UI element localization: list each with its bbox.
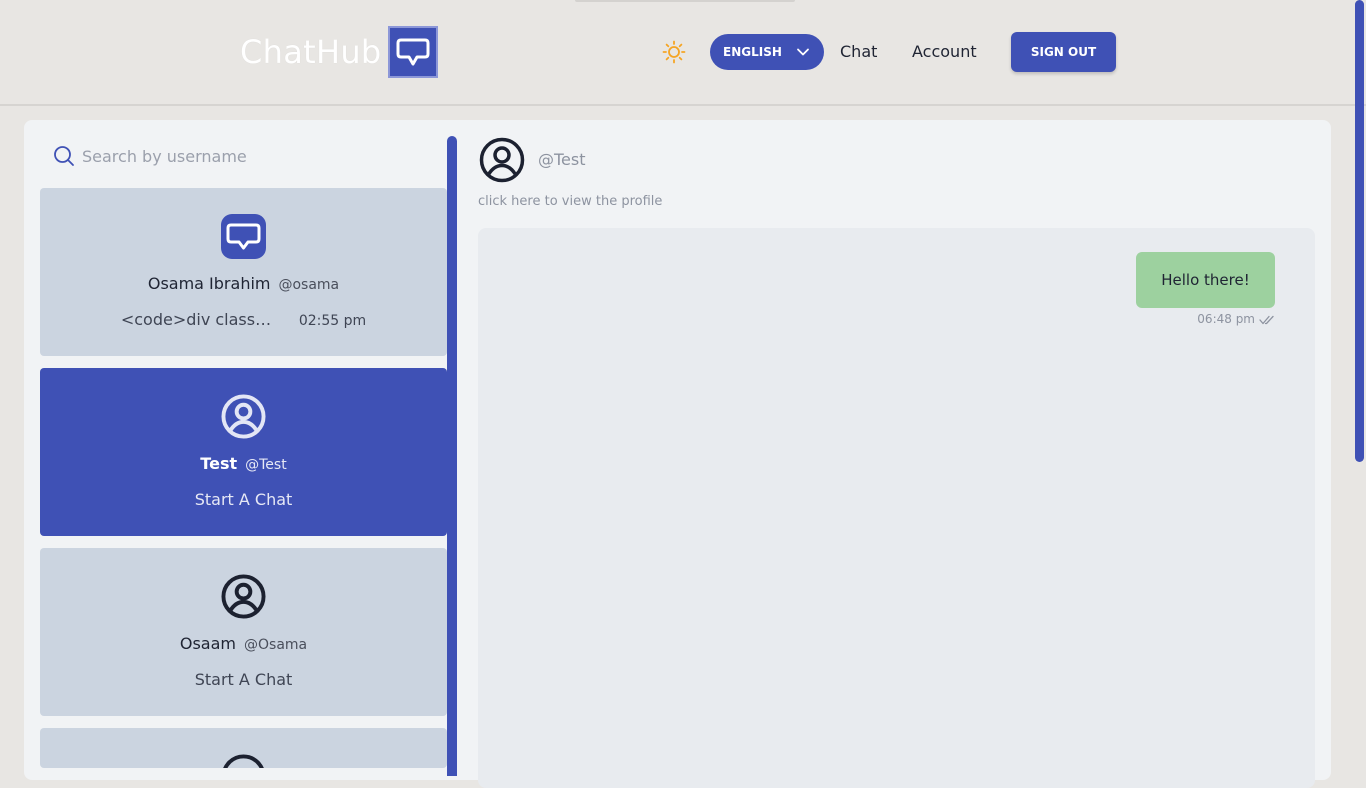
double-check-icon <box>1259 315 1274 324</box>
language-select[interactable]: ENGLISH <box>710 34 824 70</box>
start-chat-label: Start A Chat <box>194 490 293 509</box>
message-bubble: Hello there! <box>1136 252 1275 308</box>
user-circle-icon <box>221 574 266 619</box>
top-header: ChatHub ENGLISH Chat Account SIGN OUT <box>0 0 1366 106</box>
user-circle-icon[interactable] <box>479 137 525 183</box>
app-logo-text: ChatHub <box>240 33 382 71</box>
search-icon <box>54 146 74 166</box>
chat-bubble-logo-icon <box>387 26 438 78</box>
message-area: Hello there! 06:48 pm <box>478 228 1315 788</box>
app-logo[interactable]: ChatHub <box>240 24 438 80</box>
contact-last-message: <code>div classN... 02:55 pm <box>40 310 447 329</box>
contact-card-osaam[interactable]: Osaam @Osama Start A Chat <box>40 548 447 716</box>
last-message-preview: <code>div classN... <box>120 310 281 329</box>
user-circle-icon <box>221 394 266 439</box>
search-bar <box>53 144 433 168</box>
sun-icon[interactable] <box>662 40 686 64</box>
chat-bubble-logo-icon <box>221 214 266 259</box>
conversation-handle: @Test <box>538 150 586 169</box>
view-profile-link[interactable]: click here to view the profile <box>478 194 662 209</box>
message-time: 06:48 pm <box>1197 312 1255 326</box>
language-select-value: ENGLISH <box>723 45 782 59</box>
contact-card-osama-ibrahim[interactable]: Osama Ibrahim @osama <code>div classN... 0… <box>40 188 447 356</box>
message-meta: 06:48 pm <box>478 312 1275 326</box>
user-circle-icon <box>223 754 264 768</box>
last-message-time: 02:55 pm <box>298 313 367 329</box>
contact-handle: @osama <box>278 277 340 293</box>
contact-card-partial[interactable] <box>40 728 447 768</box>
contact-names: Test @Test <box>40 454 447 473</box>
contact-list-scrollbar[interactable] <box>447 136 457 776</box>
start-chat-label: Start A Chat <box>194 670 293 689</box>
page-scrollbar[interactable] <box>1355 0 1364 462</box>
contact-name: Test <box>200 454 238 473</box>
contact-names: Osaam @Osama <box>40 634 447 653</box>
sign-out-button[interactable]: SIGN OUT <box>1011 32 1116 72</box>
contact-card-test[interactable]: Test @Test Start A Chat <box>40 368 447 536</box>
search-input[interactable] <box>80 145 424 167</box>
contact-names: Osama Ibrahim @osama <box>40 274 447 293</box>
contact-name: Osama Ibrahim <box>147 274 271 293</box>
contact-handle: @Test <box>245 457 287 473</box>
header-top-accent <box>575 0 795 2</box>
contact-name: Osaam <box>179 634 236 653</box>
chevron-down-icon <box>797 48 809 56</box>
nav-account-link[interactable]: Account <box>912 42 977 61</box>
contact-handle: @Osama <box>244 637 308 653</box>
nav-chat-link[interactable]: Chat <box>840 42 877 61</box>
